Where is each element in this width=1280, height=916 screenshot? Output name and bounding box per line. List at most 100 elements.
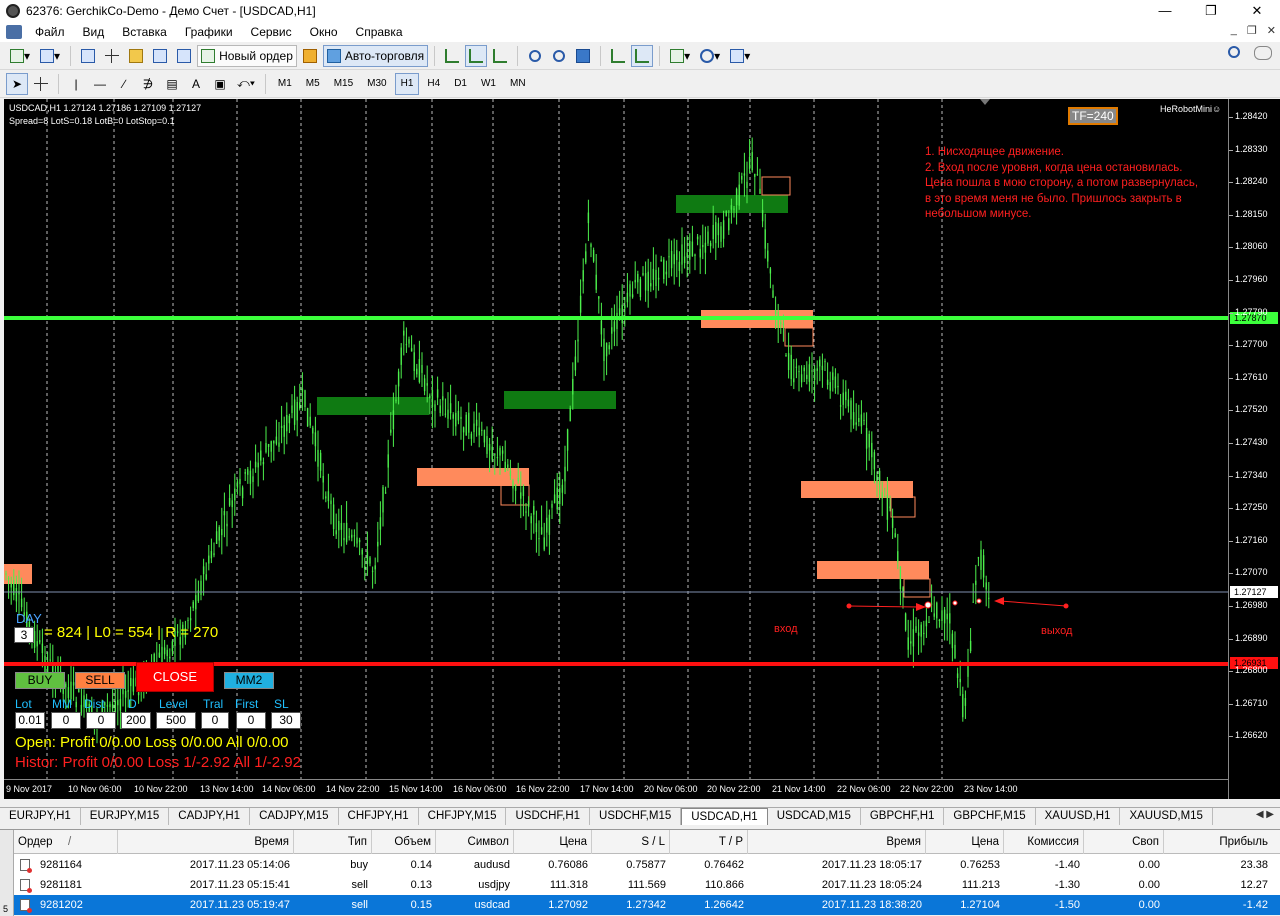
minimize-button[interactable]: — [1142, 0, 1188, 22]
mdi-close-icon[interactable]: ✕ [1267, 24, 1276, 37]
tf-m30[interactable]: M30 [361, 73, 392, 95]
new-chart-button[interactable]: ▾ [6, 45, 34, 67]
col-tp[interactable]: T / P [670, 830, 748, 854]
menu-help[interactable]: Справка [347, 22, 412, 42]
col-close-time[interactable]: Время [748, 830, 926, 854]
text-button[interactable]: A [185, 73, 207, 95]
mdi-minimize-icon[interactable]: _ [1231, 24, 1237, 37]
table-row[interactable]: 9281202 2017.11.23 05:19:47 sell 0.15 usdcad… [14, 895, 1280, 915]
zoom-out-button[interactable] [548, 45, 570, 67]
chart-tab[interactable]: USDCHF,H1 [506, 808, 591, 825]
tf-m1[interactable]: M1 [272, 73, 298, 95]
mm2-button[interactable]: MM2 [224, 672, 274, 689]
autotrading-button[interactable]: Авто-торговля [322, 44, 429, 67]
close-button[interactable]: ✕ [1234, 0, 1280, 22]
close-all-button[interactable]: CLOSE [136, 662, 214, 692]
price-scale[interactable]: 1.27870 1.27127 1.26931 1.28420 1.28330 1.… [1228, 99, 1280, 799]
col-symbol[interactable]: Символ [436, 830, 514, 854]
chart-tab[interactable]: XAUUSD,H1 [1036, 808, 1121, 825]
profiles-button[interactable]: ▾ [36, 45, 64, 67]
periods-button[interactable]: ▾ [696, 45, 724, 67]
chart-tab[interactable]: CHFJPY,M15 [419, 808, 507, 825]
d-input[interactable]: 200 [121, 712, 151, 729]
col-commission[interactable]: Комиссия [1004, 830, 1084, 854]
cursor-button[interactable]: ➤ [6, 72, 28, 95]
sl-input[interactable]: 30 [271, 712, 301, 729]
chart-tab[interactable]: EURJPY,M15 [81, 808, 170, 825]
sell-button[interactable]: SELL [75, 672, 125, 689]
time-scale[interactable]: 9 Nov 2017 10 Nov 06:00 10 Nov 22:00 13 Nov… [4, 779, 1228, 799]
chart-tab[interactable]: XAUUSD,M15 [1120, 808, 1213, 825]
col-volume[interactable]: Объем [372, 830, 436, 854]
vertical-line-button[interactable]: | [65, 73, 87, 95]
col-type[interactable]: Тип [294, 830, 372, 854]
chart-tab[interactable]: USDCAD,M15 [768, 808, 861, 825]
mdi-restore-icon[interactable]: ❐ [1247, 24, 1257, 37]
chart-tab[interactable]: EURJPY,H1 [0, 808, 81, 825]
channel-button[interactable]: ∌ [137, 73, 159, 95]
menu-window[interactable]: Окно [301, 22, 347, 42]
tf-m5[interactable]: M5 [300, 73, 326, 95]
line-chart-button[interactable] [489, 45, 511, 67]
col-price[interactable]: Цена [514, 830, 592, 854]
fibonacci-button[interactable]: ▤ [161, 73, 183, 95]
chat-icon[interactable] [1254, 46, 1272, 60]
chart-tab[interactable]: GBPCHF,M15 [944, 808, 1036, 825]
chart-shift-button[interactable] [631, 44, 654, 67]
chart-tab[interactable]: CADJPY,H1 [169, 808, 251, 825]
data-window-button[interactable] [101, 45, 123, 67]
tile-windows-button[interactable] [572, 45, 594, 67]
auto-scroll-button[interactable] [607, 45, 629, 67]
chart-tab[interactable]: USDCHF,M15 [590, 808, 682, 825]
arrows-button[interactable]: ⤺▾ [233, 73, 259, 95]
maximize-button[interactable]: ❐ [1188, 0, 1234, 22]
chart-tab[interactable]: USDCAD,H1 [681, 808, 768, 825]
crosshair-button[interactable] [30, 73, 52, 95]
tf-h4[interactable]: H4 [421, 73, 446, 95]
tf-m15[interactable]: M15 [328, 73, 359, 95]
menu-charts[interactable]: Графики [176, 22, 242, 42]
menu-view[interactable]: Вид [74, 22, 114, 42]
lot-input[interactable]: 0.01 [15, 712, 45, 729]
text-label-button[interactable]: ▣ [209, 73, 231, 95]
col-profit[interactable]: Прибыль [1164, 830, 1272, 854]
candle-chart-button[interactable] [465, 44, 488, 67]
level-input[interactable]: 500 [156, 712, 196, 729]
trendline-button[interactable]: ∕ [113, 73, 135, 95]
col-sl[interactable]: S / L [592, 830, 670, 854]
new-order-button[interactable]: Новый ордер [197, 44, 297, 67]
tf-w1[interactable]: W1 [475, 73, 502, 95]
chart-tab[interactable]: CHFJPY,H1 [339, 808, 419, 825]
menu-tools[interactable]: Сервис [242, 22, 301, 42]
templates-button[interactable]: ▾ [726, 45, 754, 67]
tf-mn[interactable]: MN [504, 73, 532, 95]
dist-input[interactable]: 0 [86, 712, 116, 729]
tab-scroll-arrows[interactable]: ◀ ▶ [1256, 809, 1274, 820]
col-close-price[interactable]: Цена [926, 830, 1004, 854]
mm-input[interactable]: 0 [51, 712, 81, 729]
table-row[interactable]: 9281164 2017.11.23 05:14:06 buy 0.14 audusd 0… [14, 855, 1280, 875]
day-input[interactable]: 3 [14, 627, 34, 643]
bar-chart-button[interactable] [441, 45, 463, 67]
table-row[interactable]: 9281181 2017.11.23 05:15:41 sell 0.13 usdjpy… [14, 875, 1280, 895]
tf-h1[interactable]: H1 [394, 72, 420, 95]
price-chart[interactable]: USDCAD,H1 1.27124 1.27186 1.27109 1.2712… [4, 99, 1280, 799]
metaeditor-button[interactable] [299, 45, 321, 67]
menu-insert[interactable]: Вставка [113, 22, 176, 42]
chart-tab[interactable]: CADJPY,M15 [250, 808, 339, 825]
first-input[interactable]: 0 [236, 712, 266, 729]
chart-tab[interactable]: GBPCHF,H1 [861, 808, 945, 825]
navigator-button[interactable] [125, 45, 147, 67]
zoom-in-button[interactable] [524, 45, 546, 67]
col-swap[interactable]: Своп [1084, 830, 1164, 854]
strategy-tester-button[interactable] [173, 45, 195, 67]
tf-d1[interactable]: D1 [448, 73, 473, 95]
col-open-time[interactable]: Время [118, 830, 294, 854]
search-icon[interactable] [1228, 46, 1240, 58]
menu-file[interactable]: Файл [26, 22, 74, 42]
terminal-button[interactable] [149, 45, 171, 67]
tral-input[interactable]: 0 [201, 712, 229, 729]
horizontal-line-button[interactable]: — [89, 73, 111, 95]
indicators-button[interactable]: ▾ [666, 45, 694, 67]
market-watch-button[interactable] [77, 45, 99, 67]
